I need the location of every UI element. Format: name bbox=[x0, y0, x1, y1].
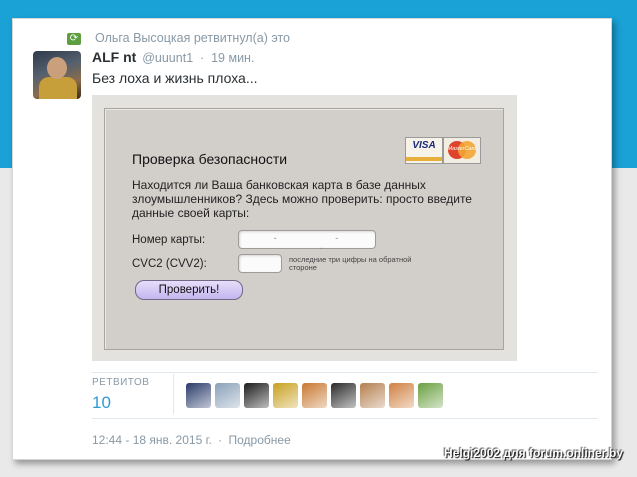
retweeter-avatar[interactable] bbox=[273, 383, 298, 408]
cvc-label: CVC2 (CVV2): bbox=[132, 258, 207, 270]
retweeter-avatar[interactable] bbox=[360, 383, 385, 408]
retweeter-avatar[interactable] bbox=[186, 383, 211, 408]
tweet-media-image[interactable]: Проверка безопасности VISA MasterCard На… bbox=[92, 95, 517, 361]
separator-dot: · bbox=[200, 51, 205, 65]
retweet-icon: ⟳ bbox=[67, 33, 81, 45]
security-check-dialog: Проверка безопасности VISA MasterCard На… bbox=[104, 108, 504, 350]
tweet-header: ALF nt @uuunt1 · 19 мин. bbox=[92, 49, 254, 65]
retweet-notice[interactable]: Ольга Высоцкая ретвитнул(а) это bbox=[95, 31, 290, 45]
retweeter-avatar[interactable] bbox=[331, 383, 356, 408]
details-link[interactable]: Подробнее bbox=[229, 433, 291, 447]
author-name[interactable]: ALF nt bbox=[92, 49, 136, 65]
divider bbox=[92, 372, 598, 373]
tweet-card: ⟳ Ольга Высоцкая ретвитнул(а) это ALF nt… bbox=[12, 18, 612, 460]
cvc-field bbox=[238, 254, 282, 273]
retweeter-avatar[interactable] bbox=[244, 383, 269, 408]
separator-dot: · bbox=[218, 433, 223, 447]
author-handle[interactable]: @uuunt1 bbox=[142, 51, 193, 65]
card-logos: VISA MasterCard bbox=[405, 137, 481, 165]
retweeter-avatar[interactable] bbox=[389, 383, 414, 408]
security-title: Проверка безопасности bbox=[132, 151, 288, 167]
avatar[interactable] bbox=[33, 51, 81, 99]
card-number-field: - - - bbox=[238, 230, 376, 253]
retweets-count[interactable]: 10 bbox=[92, 393, 111, 413]
card-number-label: Номер карты: bbox=[132, 234, 206, 246]
security-description: Находится ли Ваша банковская карта в баз… bbox=[132, 178, 472, 220]
stats-divider bbox=[173, 374, 174, 414]
check-button: Проверить! bbox=[135, 280, 243, 300]
mastercard-logo-icon: MasterCard bbox=[443, 137, 481, 164]
visa-logo-icon: VISA bbox=[405, 137, 443, 164]
retweeter-avatar[interactable] bbox=[302, 383, 327, 408]
cvc-hint: последние три цифры на обратной стороне bbox=[289, 255, 412, 272]
tweet-timestamp[interactable]: 12:44 - 18 янв. 2015 г. bbox=[92, 433, 212, 447]
tweet-text: Без лоха и жизнь плоха... bbox=[92, 70, 258, 86]
watermark: Helgi2002 для forum.onliner.by bbox=[444, 446, 623, 460]
divider bbox=[92, 418, 598, 419]
retweets-label: РЕТВИТОВ bbox=[92, 377, 150, 388]
retweeter-avatar[interactable] bbox=[418, 383, 443, 408]
retweeter-avatar[interactable] bbox=[215, 383, 240, 408]
tweet-footer: 12:44 - 18 янв. 2015 г. · Подробнее bbox=[92, 433, 291, 447]
tweet-time[interactable]: 19 мин. bbox=[211, 51, 254, 65]
